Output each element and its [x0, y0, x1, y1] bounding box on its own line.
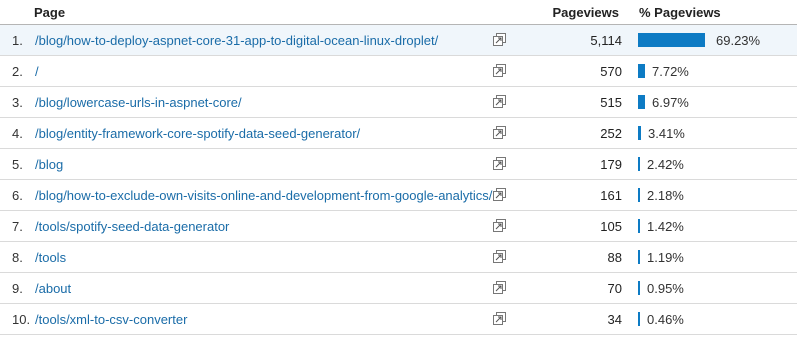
- pct-bar: [638, 126, 641, 140]
- pageviews-value: 161: [600, 188, 622, 203]
- table-row: 4. /blog/entity-framework-core-spotify-da…: [0, 118, 797, 149]
- pageviews-value: 88: [607, 250, 622, 265]
- table-row: 3. /blog/lowercase-urls-in-aspnet-core/51…: [0, 87, 797, 118]
- page-link[interactable]: /: [35, 64, 39, 79]
- page-link[interactable]: /tools: [35, 250, 66, 265]
- external-link-icon[interactable]: [493, 250, 506, 263]
- pageviews-table: Page Pageviews % Pageviews 1. /blog/how-t…: [0, 0, 808, 341]
- pct-bar: [638, 250, 640, 264]
- table-row: 10. /tools/xml-to-csv-converter 34 0.46%: [0, 304, 797, 335]
- pct-value: 1.42%: [647, 219, 684, 234]
- pageviews-value: 5,114: [590, 33, 622, 48]
- row-index: 1.: [12, 33, 23, 48]
- page-link[interactable]: /blog/how-to-exclude-own-visits-online-a…: [35, 188, 492, 203]
- external-link-icon[interactable]: [493, 188, 506, 201]
- row-index: 7.: [12, 219, 23, 234]
- pageviews-value: 34: [607, 312, 622, 327]
- row-index: 3.: [12, 95, 23, 110]
- pct-value: 0.95%: [647, 281, 684, 296]
- page-link[interactable]: /blog/how-to-deploy-aspnet-core-31-app-t…: [35, 33, 438, 48]
- external-link-icon[interactable]: [493, 281, 506, 294]
- table-body: 1. /blog/how-to-deploy-aspnet-core-31-app…: [0, 25, 797, 335]
- pct-pageviews-column-header[interactable]: % Pageviews: [639, 5, 721, 20]
- pct-value: 2.18%: [647, 188, 684, 203]
- page-link[interactable]: /tools/spotify-seed-data-generator: [35, 219, 229, 234]
- pageviews-column-header[interactable]: Pageviews: [553, 5, 620, 20]
- row-index: 5.: [12, 157, 23, 172]
- pct-bar: [638, 188, 640, 202]
- row-index: 8.: [12, 250, 23, 265]
- pct-value: 7.72%: [652, 64, 689, 79]
- pct-bar: [638, 281, 640, 295]
- table-header: Page Pageviews % Pageviews: [0, 0, 797, 25]
- pct-bar: [638, 64, 645, 78]
- table-row: 8. /tools 88 1.19%: [0, 242, 797, 273]
- table-row: 5. /blog 179 2.42%: [0, 149, 797, 180]
- table-row: 2. / 570 7.72%: [0, 56, 797, 87]
- pageviews-value: 105: [600, 219, 622, 234]
- row-index: 2.: [12, 64, 23, 79]
- pageviews-value: 179: [600, 157, 622, 172]
- pct-bar: [638, 33, 705, 47]
- external-link-icon[interactable]: [493, 126, 506, 139]
- table-row: 6. /blog/how-to-exclude-own-visits-online…: [0, 180, 797, 211]
- row-index: 6.: [12, 188, 23, 203]
- external-link-icon[interactable]: [493, 64, 506, 77]
- row-index: 10.: [12, 312, 31, 327]
- pct-value: 0.46%: [647, 312, 684, 327]
- page-column-header[interactable]: Page: [34, 5, 65, 20]
- pct-value: 6.97%: [652, 95, 689, 110]
- external-link-icon[interactable]: [493, 219, 506, 232]
- page-link[interactable]: /about: [35, 281, 71, 296]
- table-row: 1. /blog/how-to-deploy-aspnet-core-31-app…: [0, 25, 797, 56]
- pct-bar: [638, 95, 645, 109]
- external-link-icon[interactable]: [493, 33, 506, 46]
- page-link[interactable]: /tools/xml-to-csv-converter: [35, 312, 187, 327]
- page-link[interactable]: /blog/entity-framework-core-spotify-data…: [35, 126, 360, 141]
- pageviews-value: 570: [600, 64, 622, 79]
- row-index: 9.: [12, 281, 23, 296]
- table-row: 9. /about 70 0.95%: [0, 273, 797, 304]
- pct-bar: [638, 219, 640, 233]
- table-row: 7. /tools/spotify-seed-data-generator 105 1…: [0, 211, 797, 242]
- external-link-icon[interactable]: [493, 157, 506, 170]
- pct-value: 69.23%: [716, 33, 761, 48]
- pct-value: 2.42%: [647, 157, 684, 172]
- pct-value: 1.19%: [647, 250, 684, 265]
- pageviews-value: 70: [607, 281, 622, 296]
- pct-bar: [638, 312, 640, 326]
- row-index: 4.: [12, 126, 23, 141]
- page-link[interactable]: /blog: [35, 157, 63, 172]
- external-link-icon[interactable]: [493, 312, 506, 325]
- page-link[interactable]: /blog/lowercase-urls-in-aspnet-core/: [35, 95, 242, 110]
- pageviews-value: 515: [600, 95, 622, 110]
- pct-bar: [638, 157, 640, 171]
- pageviews-value: 252: [600, 126, 622, 141]
- external-link-icon[interactable]: [493, 95, 506, 108]
- pct-value: 3.41%: [648, 126, 685, 141]
